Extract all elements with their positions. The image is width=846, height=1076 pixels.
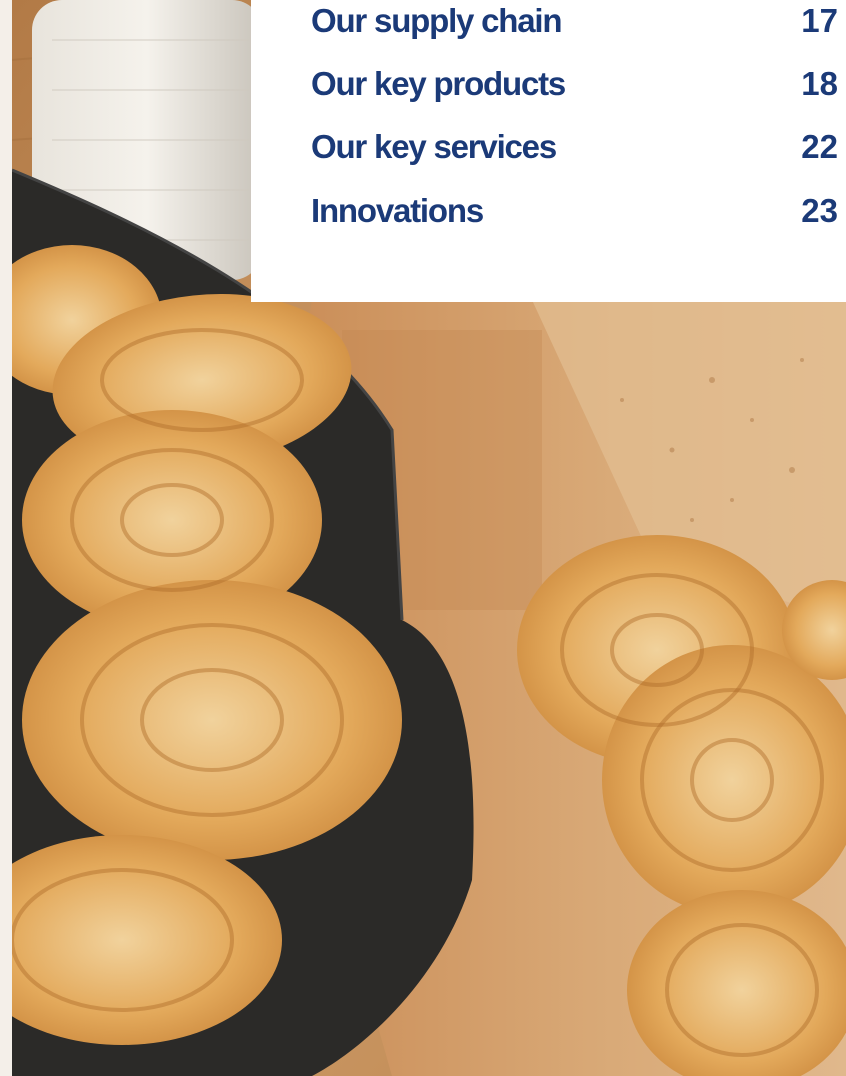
toc-entry-title: Our key products xyxy=(311,65,566,102)
toc-entry-page: 17 xyxy=(801,2,838,39)
toc-page: Our supply chain 17 Our key products 18 … xyxy=(0,0,846,1076)
toc-entry-title: Innovations xyxy=(311,192,484,229)
toc-entry-key-products[interactable]: Our key products 18 xyxy=(311,59,838,109)
toc-entry-supply-chain[interactable]: Our supply chain 17 xyxy=(311,0,838,46)
toc-entry-title: Our key services xyxy=(311,128,557,165)
toc-entry-page: 22 xyxy=(801,128,838,165)
toc-entry-innovations[interactable]: Innovations 23 xyxy=(311,186,838,236)
page-margin xyxy=(0,0,12,1076)
toc-entry-title: Our supply chain xyxy=(311,2,563,39)
toc-entry-page: 18 xyxy=(801,65,838,102)
toc-entry-page: 23 xyxy=(801,192,838,229)
toc-panel: Our supply chain 17 Our key products 18 … xyxy=(251,0,846,302)
toc-entry-key-services[interactable]: Our key services 22 xyxy=(311,122,838,172)
